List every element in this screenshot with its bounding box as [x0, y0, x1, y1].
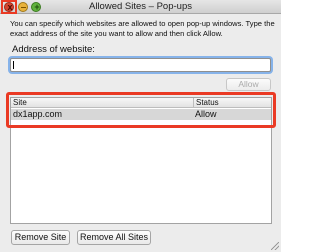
text-caret — [13, 61, 14, 69]
description-text: You can specify which websites are allow… — [10, 19, 275, 38]
resize-grip-icon[interactable] — [271, 242, 279, 250]
address-label: Address of website: — [12, 44, 95, 55]
allow-button[interactable]: Allow — [226, 78, 271, 91]
remove-all-sites-button[interactable]: Remove All Sites — [77, 230, 151, 245]
allowed-sites-window: x + Allowed Sites – Pop-ups You can spec… — [0, 0, 281, 252]
remove-site-button[interactable]: Remove Site — [11, 230, 70, 245]
title-bar[interactable]: x + Allowed Sites – Pop-ups — [0, 0, 281, 14]
table-highlight-box — [6, 92, 276, 128]
window-title: Allowed Sites – Pop-ups — [89, 1, 192, 12]
address-input[interactable] — [10, 58, 271, 72]
